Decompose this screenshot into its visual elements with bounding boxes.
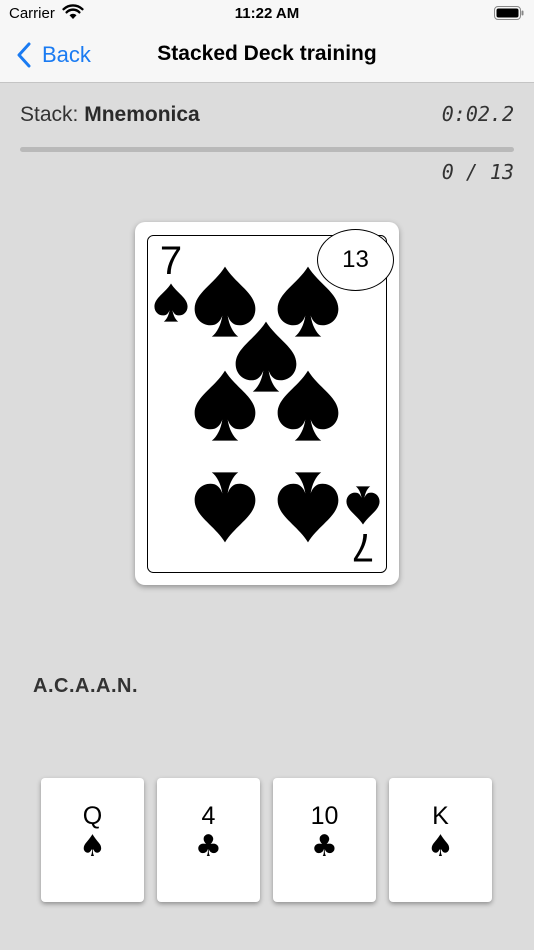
spade-icon: ♠ xyxy=(79,829,106,864)
choice-rank: K xyxy=(432,802,449,830)
battery-icon xyxy=(494,6,524,20)
club-icon: ♣ xyxy=(195,829,222,864)
choice-rank: 4 xyxy=(201,802,216,830)
current-card: 7 7 13 xyxy=(135,222,399,585)
position-badge: 13 xyxy=(317,229,394,291)
timer: 0:02.2 xyxy=(441,102,514,126)
progress-counter: 0 / 13 xyxy=(441,160,514,184)
navigation-bar: Carrier 11:22 AM Back Stacked Deck train… xyxy=(0,0,534,83)
stack-info: Stack: Mnemonica xyxy=(20,103,200,127)
hint-label: A.C.A.A.N. xyxy=(33,675,138,697)
status-bar: Carrier 11:22 AM xyxy=(0,0,534,28)
stack-name: Mnemonica xyxy=(84,103,200,126)
page-title: Stacked Deck training xyxy=(157,42,377,65)
progress-bar xyxy=(20,147,514,152)
answer-choices: Q ♠ 4 ♣ 10 ♣ K ♠ xyxy=(41,778,493,902)
choice-card-3[interactable]: 10 ♣ xyxy=(273,778,376,902)
clock: 11:22 AM xyxy=(234,5,300,22)
spade-icon: ♠ xyxy=(427,829,454,864)
corner-rank-top: 7 xyxy=(160,239,182,283)
choice-rank: Q xyxy=(82,802,103,830)
club-icon: ♣ xyxy=(311,829,338,864)
stack-label: Stack: xyxy=(20,103,79,126)
choice-card-4[interactable]: K ♠ xyxy=(389,778,492,902)
choice-card-2[interactable]: 4 ♣ xyxy=(157,778,260,902)
choice-rank: 10 xyxy=(310,802,339,830)
choice-card-1[interactable]: Q ♠ xyxy=(41,778,144,902)
corner-rank-bottom: 7 xyxy=(352,525,374,569)
